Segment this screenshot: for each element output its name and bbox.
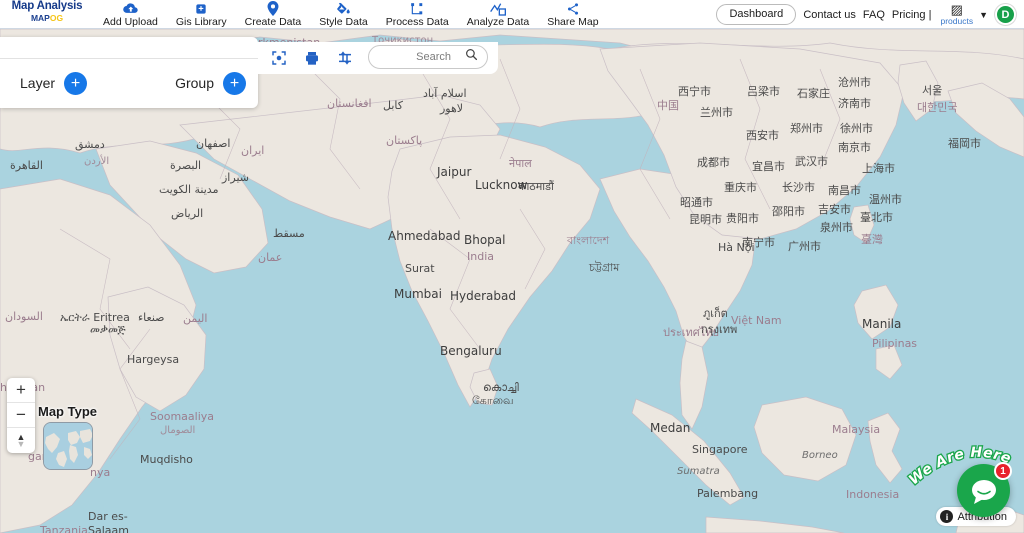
nav-item-process-data[interactable]: Process Data <box>377 0 458 28</box>
group-label: Group <box>175 75 214 91</box>
brand-sub-main: MAP <box>30 13 50 23</box>
map-type-switcher[interactable]: Map Type <box>38 404 97 470</box>
dashboard-button[interactable]: Dashboard <box>716 4 797 25</box>
brand-subtitle: MAPOG <box>31 13 63 24</box>
cloud-upload-icon <box>123 1 138 16</box>
layer-panel-header <box>0 37 258 59</box>
zoom-out-button[interactable]: − <box>7 403 35 428</box>
search-input[interactable] <box>379 51 451 63</box>
add-group-button[interactable]: + <box>223 71 246 95</box>
add-group-control[interactable]: Group + <box>175 71 246 95</box>
zoom-controls: + − ▲ ▼ <box>7 378 35 453</box>
chat-widget[interactable]: 1 <box>957 462 1012 517</box>
paint-bucket-icon <box>336 1 351 16</box>
nav-right-cluster: Dashboard Contact us FAQ Pricing | ▨ pro… <box>716 0 1024 29</box>
print-icon[interactable] <box>303 50 320 67</box>
layer-panel: Layer + Group + <box>0 37 258 108</box>
layer-panel-body: Layer + Group + <box>0 59 258 107</box>
share-icon <box>566 1 580 16</box>
nav-label-share-map: Share Map <box>547 16 599 28</box>
zoom-in-button[interactable]: + <box>7 378 35 403</box>
nav-label-add-upload: Add Upload <box>103 16 158 28</box>
brand-logo[interactable]: Map Analysis MAPOG <box>0 0 88 29</box>
library-add-icon <box>194 1 208 16</box>
nav-item-add-upload[interactable]: Add Upload <box>94 0 167 28</box>
map-type-thumbnail[interactable] <box>42 422 93 470</box>
map-pin-icon <box>267 1 279 16</box>
compass-icon: ▲ ▼ <box>16 432 26 449</box>
brand-title: Map Analysis <box>11 0 83 12</box>
layer-label: Layer <box>20 75 56 91</box>
nav-label-process-data: Process Data <box>385 16 449 28</box>
chat-unread-badge: 1 <box>994 462 1012 480</box>
compass-button[interactable]: ▲ ▼ <box>7 428 35 453</box>
products-menu[interactable]: ▨ products <box>940 1 974 26</box>
map-type-title: Map Type <box>38 404 97 419</box>
nav-item-share-map[interactable]: Share Map <box>538 0 607 28</box>
brand-sub-accent: OG <box>49 13 64 23</box>
search-box[interactable] <box>368 45 488 69</box>
info-icon: i <box>940 510 954 523</box>
main-nav-items: Add Upload Gis Library Create Data Style… <box>94 0 608 28</box>
nav-item-create-data[interactable]: Create Data <box>236 0 311 28</box>
contact-us-link[interactable]: Contact us <box>803 9 856 21</box>
chat-bubble-icon <box>971 479 996 504</box>
search-icon[interactable] <box>465 48 478 66</box>
nav-label-create-data: Create Data <box>244 16 302 28</box>
nav-label-gis-library: Gis Library <box>175 16 227 28</box>
products-label: products <box>940 15 974 26</box>
add-layer-button[interactable]: + <box>64 71 88 95</box>
pricing-link[interactable]: Pricing | <box>892 9 932 21</box>
process-nodes-icon <box>410 1 424 16</box>
nav-item-analyze-data[interactable]: Analyze Data <box>458 0 538 28</box>
avatar[interactable]: D <box>995 4 1016 25</box>
compare-swap-icon[interactable] <box>336 50 353 67</box>
nav-label-style-data: Style Data <box>319 16 368 28</box>
faq-link[interactable]: FAQ <box>863 9 885 21</box>
top-navigation-bar: Map Analysis MAPOG Add Upload Gis Librar… <box>0 0 1024 29</box>
chat-button[interactable]: 1 <box>957 462 1012 517</box>
nav-label-analyze-data: Analyze Data <box>466 16 530 28</box>
focus-target-icon[interactable] <box>270 50 287 67</box>
chevron-down-icon[interactable]: ▼ <box>979 10 988 20</box>
compass-down-arrow: ▼ <box>16 438 26 449</box>
products-cube-icon: ▨ <box>950 1 963 17</box>
analyze-chart-icon <box>490 1 506 16</box>
nav-item-gis-library[interactable]: Gis Library <box>167 0 236 28</box>
add-layer-control[interactable]: Layer + <box>20 71 88 95</box>
nav-item-style-data[interactable]: Style Data <box>310 0 376 28</box>
